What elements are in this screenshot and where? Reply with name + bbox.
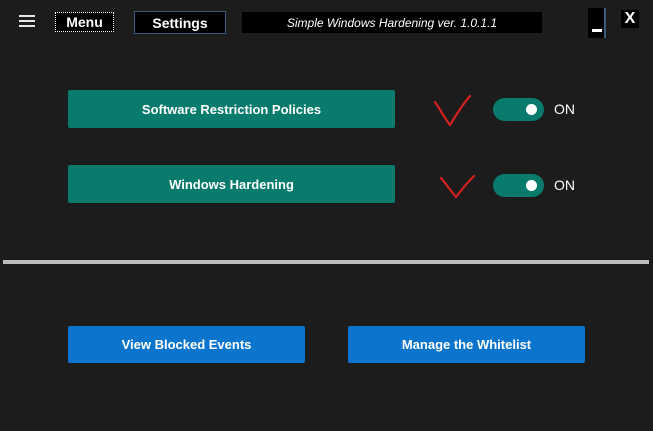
checkmark-icon xyxy=(439,174,476,199)
software-restriction-policies-state: ON xyxy=(554,101,575,117)
app-title: Simple Windows Hardening ver. 1.0.1.1 xyxy=(242,12,542,33)
close-button[interactable]: X xyxy=(621,10,639,28)
menu-button[interactable]: Menu xyxy=(55,12,114,32)
checkmark-icon xyxy=(433,94,472,127)
minimize-icon xyxy=(592,29,602,32)
windows-hardening-toggle[interactable] xyxy=(493,174,544,197)
section-divider xyxy=(3,260,649,264)
software-restriction-policies-button[interactable]: Software Restriction Policies xyxy=(68,90,395,128)
settings-button[interactable]: Settings xyxy=(134,11,226,34)
windows-hardening-button[interactable]: Windows Hardening xyxy=(68,165,395,203)
windows-hardening-state: ON xyxy=(554,177,575,193)
software-restriction-policies-toggle[interactable] xyxy=(493,98,544,121)
toggle-knob xyxy=(526,104,537,115)
view-blocked-events-button[interactable]: View Blocked Events xyxy=(68,326,305,363)
hamburger-menu-icon[interactable] xyxy=(19,15,35,27)
manage-whitelist-button[interactable]: Manage the Whitelist xyxy=(348,326,585,363)
minimize-button[interactable] xyxy=(588,8,606,38)
toggle-knob xyxy=(526,180,537,191)
